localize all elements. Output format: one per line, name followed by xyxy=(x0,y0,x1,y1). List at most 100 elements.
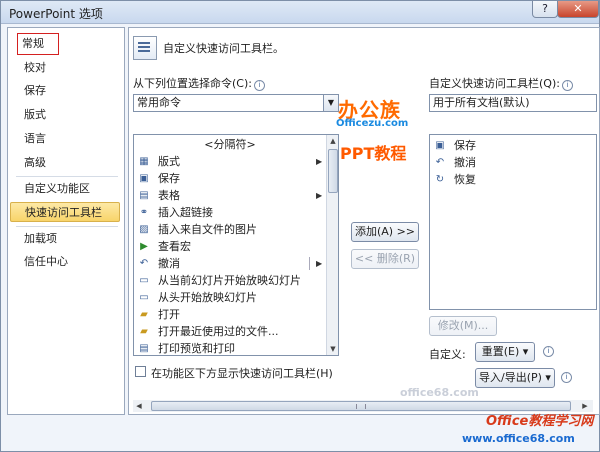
watermark-faint: office68.com xyxy=(400,386,479,399)
list-item-label: 版式 xyxy=(158,155,180,168)
scroll-up-icon[interactable]: ▲ xyxy=(327,135,338,147)
scroll-thumb[interactable] xyxy=(328,149,338,193)
import-export-button[interactable]: 导入/导出(P) ▾ xyxy=(475,368,555,388)
choose-commands-value: 常用命令 xyxy=(137,96,181,109)
info-icon: i xyxy=(543,346,554,357)
add-button[interactable]: 添加(A) >> xyxy=(351,222,419,242)
window-title: PowerPoint 选项 xyxy=(9,7,103,21)
list-item[interactable]: ▣ 保存 xyxy=(134,170,326,187)
chevron-down-icon[interactable]: ▼ xyxy=(323,95,338,111)
info-icon: i xyxy=(561,80,573,91)
list-item-label: 插入来自文件的图片 xyxy=(158,223,257,236)
undo-icon: ↶ xyxy=(139,258,149,269)
toolbar-items-list[interactable]: ▣ 保存 ↶ 撤消 ↻ 恢复 xyxy=(429,134,597,310)
list-item[interactable]: ⚭ 插入超链接 xyxy=(134,204,326,221)
list-item-label: 插入超链接 xyxy=(158,206,213,219)
slideshow-start-icon: ▭ xyxy=(139,292,149,303)
nav-item-general[interactable]: 常规 xyxy=(17,33,59,55)
list-item-label: 保存 xyxy=(454,139,476,152)
reset-button[interactable]: 重置(E) ▾ xyxy=(475,342,535,362)
nav-item-addins[interactable]: 加载项 xyxy=(10,229,120,249)
list-item[interactable]: ▰ 打开 xyxy=(134,306,326,323)
list-item[interactable]: ▰ 打开最近使用过的文件... xyxy=(134,323,326,340)
slideshow-current-icon: ▭ xyxy=(139,275,149,286)
nav-item-layout[interactable]: 版式 xyxy=(10,105,120,125)
nav-item-customize-ribbon[interactable]: 自定义功能区 xyxy=(10,179,120,199)
title-bar[interactable]: PowerPoint 选项 ? ✕ xyxy=(1,1,599,24)
list-item[interactable]: ▣ 保存 xyxy=(430,137,596,154)
list-item[interactable]: ▤ 表格 ▶ xyxy=(134,187,326,204)
list-item-label: <分隔符> xyxy=(204,138,256,151)
scroll-down-icon[interactable]: ▼ xyxy=(327,343,338,355)
list-item-label: 保存 xyxy=(158,172,180,185)
list-item[interactable]: ↶ 撤消 ▶ xyxy=(134,255,326,272)
list-item-label: 从当前幻灯片开始放映幻灯片 xyxy=(158,274,301,287)
list-item-label: 打开 xyxy=(158,308,180,321)
submenu-arrow-icon: ▶ xyxy=(316,259,323,268)
hyperlink-icon: ⚭ xyxy=(139,207,149,218)
macro-icon: ▶ xyxy=(140,241,148,252)
nav-item-proofing[interactable]: 校对 xyxy=(10,58,120,78)
scroll-left-icon[interactable]: ◀ xyxy=(133,400,145,412)
list-item-label: 恢复 xyxy=(454,173,476,186)
options-nav: 常规 校对 保存 版式 语言 高级 自定义功能区 快速访问工具栏 加载项 信任中… xyxy=(7,27,125,415)
layout-icon: ▦ xyxy=(139,156,149,167)
section-heading: 自定义快速访问工具栏。 xyxy=(163,42,284,55)
options-content: 自定义快速访问工具栏。 从下列位置选择命令(C): i 常用命令 ▼ 自定义快速访… xyxy=(128,27,600,415)
close-button[interactable]: ✕ xyxy=(557,1,599,18)
picture-icon: ▨ xyxy=(139,224,149,235)
list-item[interactable]: ▭ 从头开始放映幻灯片 xyxy=(134,289,326,306)
list-item-label: 打开最近使用过的文件... xyxy=(158,325,279,338)
below-ribbon-checkbox[interactable] xyxy=(135,366,146,377)
below-ribbon-label: 在功能区下方显示快速访问工具栏(H) xyxy=(151,367,333,380)
nav-item-language[interactable]: 语言 xyxy=(10,129,120,149)
customize-label: 自定义: xyxy=(429,348,466,361)
nav-item-advanced[interactable]: 高级 xyxy=(10,153,120,173)
list-item-label: 从头开始放映幻灯片 xyxy=(158,291,257,304)
list-item[interactable]: ▦ 版式 ▶ xyxy=(134,153,326,170)
list-item-label: 撤消 xyxy=(158,257,180,270)
commands-scrollbar[interactable]: ▲ ▼ xyxy=(326,135,338,355)
help-button[interactable]: ? xyxy=(532,1,558,18)
open-icon: ▰ xyxy=(140,309,148,320)
submenu-arrow-icon: ▶ xyxy=(316,191,323,200)
save-icon: ▣ xyxy=(435,140,445,151)
nav-item-trust-center[interactable]: 信任中心 xyxy=(10,252,120,272)
grip-icon xyxy=(356,404,366,409)
nav-divider xyxy=(16,176,118,177)
list-item[interactable]: ↻ 恢复 xyxy=(430,171,596,188)
list-item[interactable]: ▨ 插入来自文件的图片 xyxy=(134,221,326,238)
list-item-label: 撤消 xyxy=(454,156,476,169)
nav-item-quick-access-toolbar[interactable]: 快速访问工具栏 xyxy=(10,202,120,222)
info-icon: i xyxy=(253,80,265,91)
list-item-label: 表格 xyxy=(158,189,180,202)
nav-divider xyxy=(16,226,118,227)
customize-toolbar-select[interactable]: 用于所有文档(默认) xyxy=(429,94,597,112)
list-item[interactable]: ▶ 查看宏 xyxy=(134,238,326,255)
modify-button[interactable]: 修改(M)... xyxy=(429,316,497,336)
submenu-arrow-icon: ▶ xyxy=(316,157,323,166)
watermark-site-url: www.office68.com xyxy=(462,432,575,445)
nav-item-save[interactable]: 保存 xyxy=(10,81,120,101)
redo-icon: ↻ xyxy=(435,174,445,185)
recent-files-icon: ▰ xyxy=(140,326,148,337)
list-item-label: 查看宏 xyxy=(158,240,191,253)
choose-commands-label: 从下列位置选择命令(C): i xyxy=(133,75,265,91)
list-item[interactable]: ▤ 打印预览和打印 xyxy=(134,340,326,355)
split-divider xyxy=(309,257,310,270)
commands-list[interactable]: <分隔符> ▦ 版式 ▶ ▣ 保存 ▤ 表格 ▶ ⚭ 插入超链接 ▨ 插入来自文件的图片 ▶ 查… xyxy=(133,134,339,356)
list-item-separator[interactable]: <分隔符> xyxy=(134,136,326,153)
save-icon: ▣ xyxy=(139,173,149,184)
choose-commands-select[interactable]: 常用命令 ▼ xyxy=(133,94,339,112)
remove-button[interactable]: << 删除(R) xyxy=(351,249,419,269)
customize-toolbar-label: 自定义快速访问工具栏(Q): i xyxy=(429,75,573,91)
list-item-label: 打印预览和打印 xyxy=(158,342,235,355)
toolbar-icon xyxy=(133,36,157,60)
watermark-logo-url: Officezu.com xyxy=(336,118,409,129)
table-icon: ▤ xyxy=(139,190,149,201)
print-preview-icon: ▤ xyxy=(139,343,149,354)
list-item[interactable]: ↶ 撤消 xyxy=(430,154,596,171)
list-item[interactable]: ▭ 从当前幻灯片开始放映幻灯片 xyxy=(134,272,326,289)
watermark-ppt: PPT教程 xyxy=(340,144,407,163)
watermark-site: Office教程学习网 xyxy=(486,414,594,429)
